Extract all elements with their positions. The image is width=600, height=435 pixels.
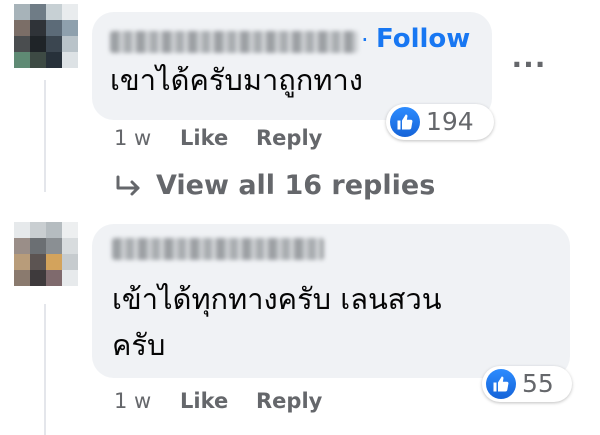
timestamp[interactable]: 1 w: [114, 387, 180, 415]
like-icon: [486, 369, 516, 399]
reaction-summary[interactable]: 194: [386, 104, 494, 140]
author-name-blurred[interactable]: [112, 238, 324, 260]
comment-text: เขาได้ครับมาถูกทาง: [110, 63, 363, 97]
like-icon: [390, 107, 420, 137]
avatar[interactable]: [14, 222, 78, 286]
reaction-summary[interactable]: 55: [482, 366, 572, 402]
reply-button[interactable]: Reply: [256, 124, 322, 152]
thread-line: [44, 80, 46, 192]
follow-button[interactable]: Follow: [376, 22, 470, 56]
reaction-count: 194: [426, 107, 474, 136]
separator-dot: ·: [361, 26, 369, 54]
comment-actions: 1 w Like Reply: [114, 124, 322, 152]
view-replies-label: View all 16 replies: [156, 170, 436, 201]
view-replies-link[interactable]: View all 16 replies: [114, 166, 435, 206]
reply-arrow-icon: [116, 175, 140, 196]
more-options-button[interactable]: ...: [509, 44, 549, 78]
comment-text-line: ครับ: [112, 328, 166, 362]
comment-actions: 1 w Like Reply: [114, 387, 322, 415]
thread-line: [44, 304, 46, 435]
avatar[interactable]: [14, 4, 78, 68]
like-button[interactable]: Like: [180, 124, 256, 152]
reply-button[interactable]: Reply: [256, 387, 322, 415]
comment-text-line: เข้าได้ทุกทางครับ เลนสวน: [112, 282, 442, 316]
reaction-count: 55: [522, 369, 554, 398]
author-name-blurred[interactable]: [110, 31, 358, 53]
timestamp[interactable]: 1 w: [114, 124, 180, 152]
comment-text: เข้าได้ทุกทางครับ เลนสวน ครับ: [112, 276, 552, 368]
like-button[interactable]: Like: [180, 387, 256, 415]
